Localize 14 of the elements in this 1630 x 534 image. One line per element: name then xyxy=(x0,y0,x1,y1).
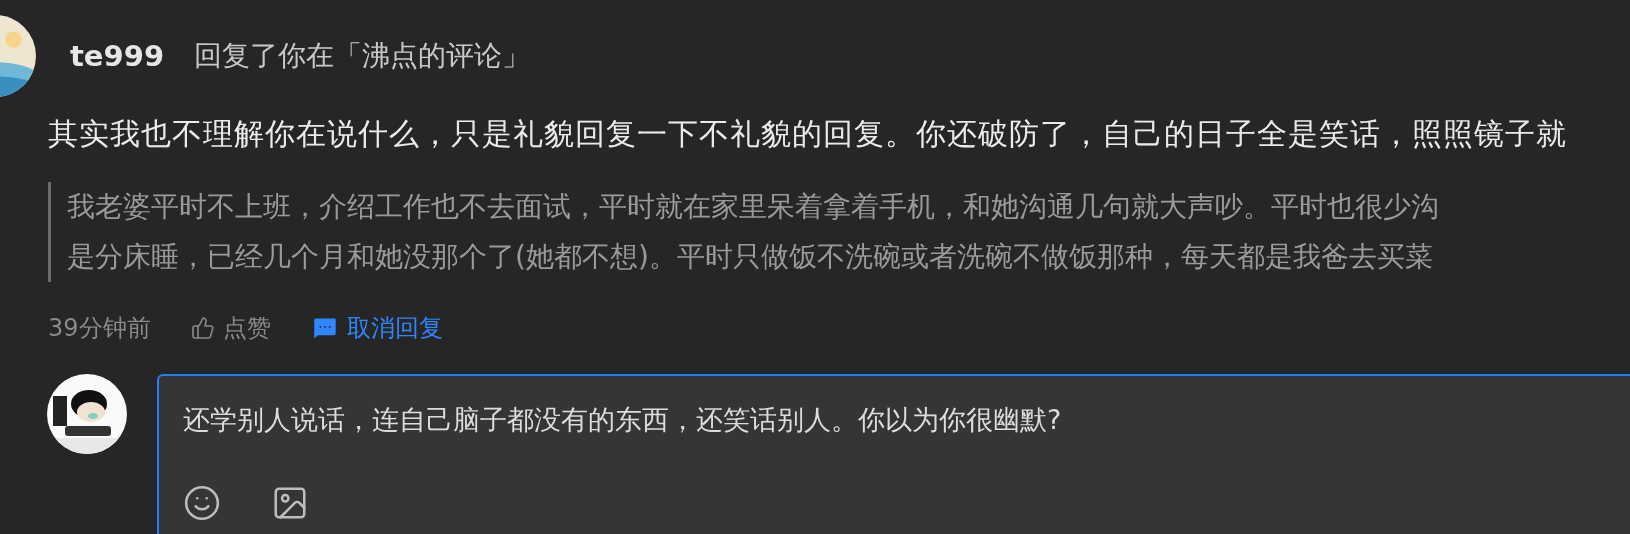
quoted-text-line: 我老婆平时不上班，介绍工作也不去面试，平时就在家里呆着拿着手机，和她沟通几句就大声吵。平时也很少沟 xyxy=(67,189,1440,225)
cancel-reply-button[interactable]: 取消回复 xyxy=(310,312,443,344)
image-button[interactable] xyxy=(271,484,309,522)
quoted-text-line: 是分床睡，已经几个月和她没那个了(她都不想)。平时只做饭不洗碗或者洗碗不做饭那种，每天都是我爸去买菜 xyxy=(67,239,1434,275)
smiley-icon xyxy=(183,484,221,522)
like-button[interactable]: 点赞 xyxy=(190,312,271,344)
emoji-button[interactable] xyxy=(183,484,221,522)
timestamp: 39分钟前 xyxy=(48,313,151,344)
input-field[interactable]: 还学别人说话，连自己脑子都没有的东西，还笑话别人。你以为你很幽默? xyxy=(183,402,1283,442)
comment-text: 其实我也不理解你在说什么，只是礼貌回复一下不礼貌的回复。你还破防了，自己的日子全是笑话，照照镜子就 xyxy=(48,115,1568,153)
notification-text: 回复了你在「沸点的评论」 xyxy=(194,38,531,74)
username[interactable]: te999 xyxy=(70,39,165,73)
thumbs-up-icon xyxy=(190,316,215,340)
image-icon xyxy=(271,484,309,522)
